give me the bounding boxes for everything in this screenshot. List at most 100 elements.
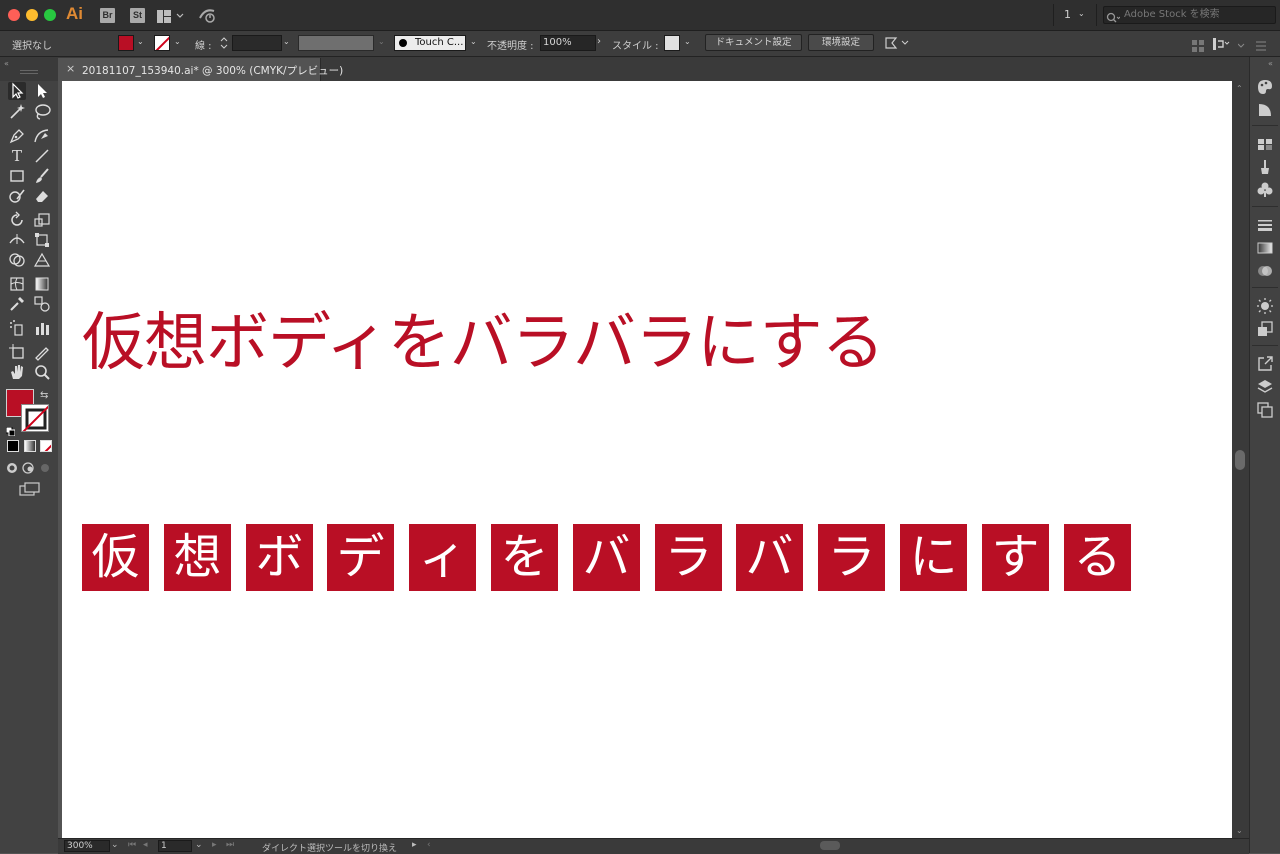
character-box[interactable]: ィ bbox=[409, 524, 476, 591]
swap-fill-stroke-icon[interactable]: ⇆ bbox=[40, 390, 48, 401]
arrange-documents-icon[interactable] bbox=[157, 8, 184, 23]
character-box[interactable]: バ bbox=[573, 524, 640, 591]
zoom-tool-icon[interactable] bbox=[33, 363, 51, 381]
chevron-down-icon[interactable]: ⌄ bbox=[174, 37, 181, 46]
paintbrush-tool-icon[interactable] bbox=[33, 167, 51, 185]
hand-tool-icon[interactable] bbox=[8, 363, 26, 381]
none-mode-button[interactable] bbox=[40, 440, 52, 452]
line-segment-tool-icon[interactable] bbox=[33, 147, 51, 165]
scroll-down-icon[interactable]: ⌄ bbox=[1236, 826, 1243, 835]
swatches-panel-icon[interactable] bbox=[1256, 135, 1274, 153]
character-box[interactable]: ラ bbox=[818, 524, 885, 591]
minimize-window-button[interactable] bbox=[26, 9, 38, 21]
chevron-down-icon[interactable]: ⌄ bbox=[195, 840, 203, 850]
character-box[interactable]: 仮 bbox=[82, 524, 149, 591]
opacity-field[interactable]: 100% bbox=[540, 35, 596, 51]
artboards-panel-icon[interactable] bbox=[1256, 401, 1274, 419]
character-box[interactable]: 想 bbox=[164, 524, 231, 591]
collapse-dock-icon[interactable]: « bbox=[1268, 59, 1273, 68]
fill-color-swatch[interactable] bbox=[118, 35, 134, 51]
layers-panel-icon[interactable] bbox=[1256, 378, 1274, 396]
draw-mode-icons[interactable] bbox=[6, 460, 54, 474]
character-box[interactable]: バ bbox=[736, 524, 803, 591]
symbols-panel-icon[interactable] bbox=[1256, 181, 1274, 199]
stroke-color-box[interactable] bbox=[21, 404, 49, 432]
direct-selection-tool-icon[interactable] bbox=[33, 82, 51, 100]
preferences-button[interactable]: 環境設定 bbox=[808, 34, 874, 51]
scale-tool-icon[interactable] bbox=[33, 211, 51, 229]
shape-builder-tool-icon[interactable] bbox=[8, 251, 26, 269]
chevron-down-icon[interactable]: ⌄ bbox=[283, 37, 290, 46]
blend-tool-icon[interactable] bbox=[33, 295, 51, 313]
document-tab-title[interactable]: 20181107_153940.ai* @ 300% (CMYK/プレビュー) bbox=[82, 63, 343, 78]
type-tool-icon[interactable]: T bbox=[8, 147, 26, 165]
rectangle-tool-icon[interactable] bbox=[8, 167, 26, 185]
color-mode-button[interactable] bbox=[7, 440, 19, 452]
graphic-style-swatch[interactable] bbox=[664, 35, 680, 51]
default-colors-icon[interactable] bbox=[5, 421, 16, 437]
column-graph-tool-icon[interactable] bbox=[33, 319, 51, 337]
mesh-tool-icon[interactable] bbox=[8, 275, 26, 293]
brushes-panel-icon[interactable] bbox=[1256, 158, 1274, 176]
curvature-tool-icon[interactable] bbox=[33, 127, 51, 145]
scroll-left-icon[interactable]: ‹ bbox=[427, 840, 431, 850]
chevron-down-icon[interactable]: ⌄ bbox=[684, 37, 691, 46]
first-artboard-icon[interactable]: ⏮ bbox=[128, 840, 136, 850]
character-box[interactable]: デ bbox=[327, 524, 394, 591]
zoom-window-button[interactable] bbox=[44, 9, 56, 21]
chevron-down-icon[interactable]: ⌄ bbox=[1078, 9, 1085, 18]
previous-artboard-icon[interactable]: ◂ bbox=[143, 840, 148, 850]
chevron-down-icon[interactable]: ⌄ bbox=[137, 37, 144, 46]
character-box[interactable]: る bbox=[1064, 524, 1131, 591]
panel-menu-icon[interactable] bbox=[1237, 37, 1268, 51]
close-tab-icon[interactable]: × bbox=[66, 62, 75, 75]
stroke-weight-stepper[interactable] bbox=[219, 35, 229, 51]
vertical-scroll-thumb[interactable] bbox=[1235, 450, 1245, 470]
transparency-panel-icon[interactable] bbox=[1256, 262, 1274, 280]
chevron-right-icon[interactable]: › bbox=[597, 36, 601, 47]
symbol-sprayer-tool-icon[interactable] bbox=[8, 319, 26, 337]
variable-width-profile[interactable] bbox=[298, 35, 374, 51]
eraser-tool-icon[interactable] bbox=[33, 187, 51, 205]
character-box[interactable]: す bbox=[982, 524, 1049, 591]
gpu-performance-icon[interactable] bbox=[198, 6, 218, 24]
panel-grip[interactable] bbox=[20, 70, 38, 74]
last-artboard-icon[interactable]: ⏭ bbox=[226, 840, 234, 850]
artboard-tool-icon[interactable] bbox=[8, 343, 26, 361]
opacity-label[interactable]: 不透明度 : bbox=[487, 37, 534, 52]
bridge-button[interactable]: Br bbox=[100, 8, 115, 23]
transform-icon[interactable] bbox=[1212, 36, 1230, 50]
color-guide-icon[interactable] bbox=[1256, 101, 1274, 119]
collapse-tools-icon[interactable]: « bbox=[4, 59, 9, 68]
screen-mode-icon[interactable] bbox=[19, 481, 41, 496]
appearance-panel-icon[interactable] bbox=[1256, 297, 1274, 315]
artboard[interactable] bbox=[62, 81, 1232, 838]
character-box[interactable]: を bbox=[491, 524, 558, 591]
artboard-number-field[interactable]: 1 bbox=[158, 840, 192, 852]
close-window-button[interactable] bbox=[8, 9, 20, 21]
character-box[interactable]: に bbox=[900, 524, 967, 591]
status-menu-icon[interactable]: ▸ bbox=[412, 840, 417, 850]
scroll-up-icon[interactable]: ⌃ bbox=[1236, 84, 1243, 93]
stroke-color-swatch[interactable] bbox=[154, 35, 170, 51]
stock-search-input[interactable]: Adobe Stock を検索 bbox=[1103, 6, 1276, 24]
next-artboard-icon[interactable]: ▸ bbox=[212, 840, 217, 850]
gradient-panel-icon[interactable] bbox=[1256, 239, 1274, 257]
gradient-tool-icon[interactable] bbox=[33, 275, 51, 293]
chevron-down-icon[interactable]: ⌄ bbox=[378, 37, 385, 46]
chevron-down-icon[interactable]: ⌄ bbox=[111, 840, 119, 850]
shaper-tool-icon[interactable] bbox=[8, 187, 26, 205]
graphic-styles-panel-icon[interactable] bbox=[1256, 320, 1274, 338]
character-box[interactable]: ラ bbox=[655, 524, 722, 591]
headline-text[interactable]: 仮想ボディをバラバラにする bbox=[82, 303, 885, 383]
selection-tool-icon[interactable] bbox=[8, 82, 26, 100]
magic-wand-tool-icon[interactable] bbox=[8, 103, 26, 121]
gradient-mode-button[interactable] bbox=[24, 440, 36, 452]
zoom-level-field[interactable]: 300% bbox=[64, 840, 110, 852]
character-box[interactable]: ボ bbox=[246, 524, 313, 591]
free-transform-tool-icon[interactable] bbox=[33, 231, 51, 249]
quick-actions-icon[interactable] bbox=[884, 35, 910, 51]
rotate-tool-icon[interactable] bbox=[8, 211, 26, 229]
chevron-down-icon[interactable]: ⌄ bbox=[470, 37, 477, 46]
eyedropper-tool-icon[interactable] bbox=[8, 295, 26, 313]
